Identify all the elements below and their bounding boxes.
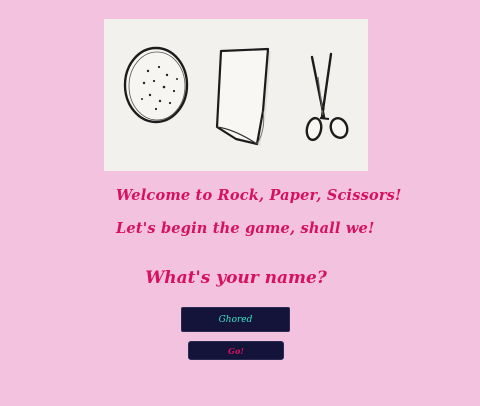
- rock-icon: [123, 46, 189, 124]
- name-input[interactable]: [181, 307, 290, 332]
- paper-icon: [215, 47, 271, 146]
- name-question: What's your name?: [145, 268, 327, 288]
- begin-heading: Let's begin the game, shall we!: [116, 220, 375, 237]
- go-button[interactable]: Go!: [188, 341, 284, 360]
- rock-paper-scissors-illustration: [123, 46, 349, 146]
- welcome-heading: Welcome to Rock, Paper, Scissors!: [116, 187, 402, 204]
- hero-image: [104, 19, 368, 171]
- scissors-icon: [305, 52, 349, 142]
